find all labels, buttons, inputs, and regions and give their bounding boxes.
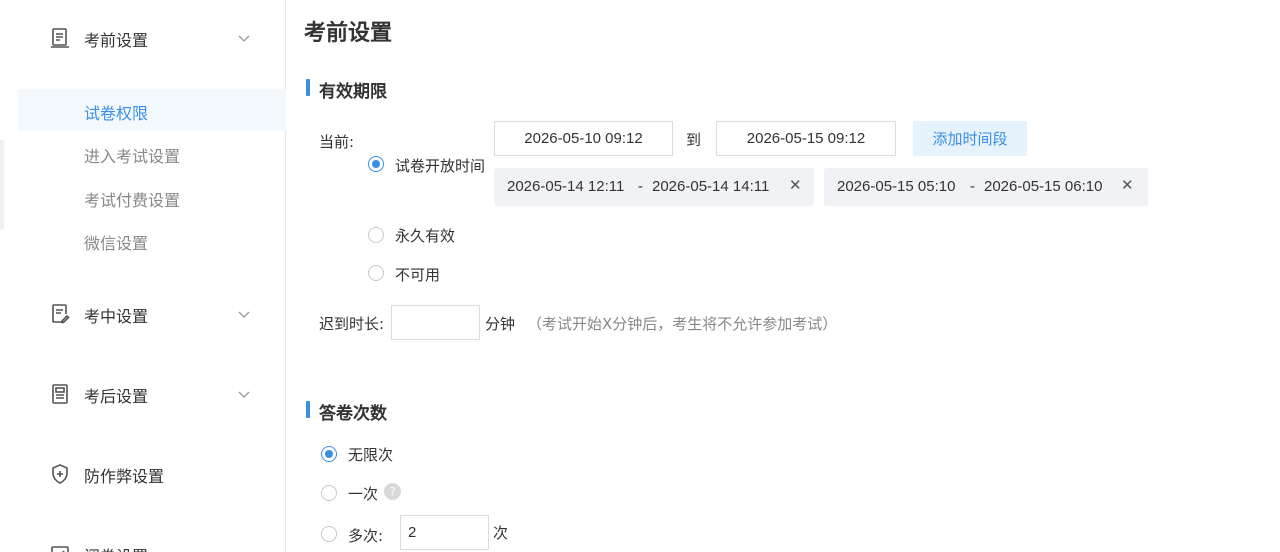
chevron-down-icon [236, 306, 252, 322]
period-end: 2026-05-14 14:11 [652, 178, 770, 195]
sidebar-group-label: 考前设置 [84, 31, 149, 50]
close-icon[interactable]: ✕ [789, 176, 802, 194]
document-icon [48, 26, 72, 50]
sidebar-group-pre-exam[interactable]: 考前设置 [18, 18, 286, 58]
section-title-validity: 有效期限 [304, 77, 387, 102]
radio-unavailable[interactable] [368, 265, 384, 281]
help-icon[interactable]: ? [384, 483, 401, 500]
attempts-unit-label: 次 [493, 524, 509, 542]
sidebar-item-payment[interactable]: 考试付费设置 [18, 176, 286, 218]
period-start: 2026-05-15 05:10 [837, 178, 956, 195]
sidebar-group-label: 防作弊设置 [84, 467, 165, 486]
sidebar-edge [0, 0, 18, 552]
sidebar: 考前设置 试卷权限 进入考试设置 考试付费设置 微信设置 考中设置 考后设置 防… [0, 0, 286, 552]
sidebar-item-label: 进入考试设置 [84, 147, 181, 166]
to-label: 到 [686, 131, 702, 149]
late-duration-label: 迟到时长: [319, 315, 385, 333]
option-once-label: 一次 [348, 485, 379, 503]
chevron-down-icon [236, 386, 252, 402]
period-tag: 2026-05-14 12:11 - 2026-05-14 14:11 ✕ [494, 168, 814, 206]
chevron-down-icon [236, 30, 252, 46]
period-separator: - [970, 178, 975, 195]
option-open-time-label: 试卷开放时间 [395, 157, 486, 175]
late-hint: （考试开始X分钟后，考生将不允许参加考试） [527, 315, 838, 333]
sidebar-group-marking[interactable]: 阅卷设置 [18, 534, 286, 552]
start-datetime-input[interactable]: 2026-05-10 09:12 [494, 121, 673, 156]
option-permanent-label: 永久有效 [395, 227, 456, 245]
sidebar-item-enter-exam[interactable]: 进入考试设置 [18, 132, 286, 174]
shield-icon [48, 462, 72, 486]
close-icon[interactable]: ✕ [1121, 176, 1134, 194]
period-tag: 2026-05-15 05:10 - 2026-05-15 06:10 ✕ [824, 168, 1148, 206]
attempts-count-input[interactable]: 2 [400, 515, 489, 550]
add-period-button[interactable]: 添加时间段 [913, 121, 1027, 156]
score-sheet-icon [48, 382, 72, 406]
edit-document-icon [48, 302, 72, 326]
main-content: 考前设置 有效期限 当前: 2026-05-10 09:12 到 2026-05… [287, 0, 1280, 552]
sidebar-group-label: 考中设置 [84, 307, 149, 326]
option-unavailable-label: 不可用 [395, 266, 441, 284]
edge-shade [0, 140, 4, 230]
period-end: 2026-05-15 06:10 [984, 178, 1103, 195]
sidebar-group-post-exam[interactable]: 考后设置 [18, 374, 286, 414]
check-box-icon [48, 542, 72, 552]
radio-open-time[interactable] [368, 156, 384, 172]
sidebar-item-label: 试卷权限 [84, 104, 149, 123]
end-datetime-input[interactable]: 2026-05-15 09:12 [716, 121, 896, 156]
option-unlimited-label: 无限次 [348, 446, 394, 464]
late-unit-label: 分钟 [485, 315, 516, 333]
sidebar-group-in-exam[interactable]: 考中设置 [18, 294, 286, 334]
sidebar-item-paper-permission[interactable]: 试卷权限 [18, 89, 286, 131]
radio-unlimited[interactable] [321, 446, 337, 462]
radio-permanent[interactable] [368, 227, 384, 243]
sidebar-group-anti-cheat[interactable]: 防作弊设置 [18, 454, 286, 494]
sidebar-item-label: 考试付费设置 [84, 191, 181, 210]
section-title-attempts: 答卷次数 [304, 399, 387, 424]
sidebar-item-wechat[interactable]: 微信设置 [18, 219, 286, 261]
page-title: 考前设置 [304, 21, 393, 46]
radio-multiple[interactable] [321, 526, 337, 542]
option-multiple-label: 多次: [348, 527, 384, 545]
sidebar-item-label: 微信设置 [84, 234, 149, 253]
late-duration-input[interactable] [391, 305, 480, 340]
radio-once[interactable] [321, 485, 337, 501]
period-separator: - [638, 178, 643, 195]
sidebar-group-label: 考后设置 [84, 387, 149, 406]
period-start: 2026-05-14 12:11 [507, 178, 625, 195]
sidebar-group-label: 阅卷设置 [84, 543, 148, 552]
current-label: 当前: [319, 133, 355, 151]
